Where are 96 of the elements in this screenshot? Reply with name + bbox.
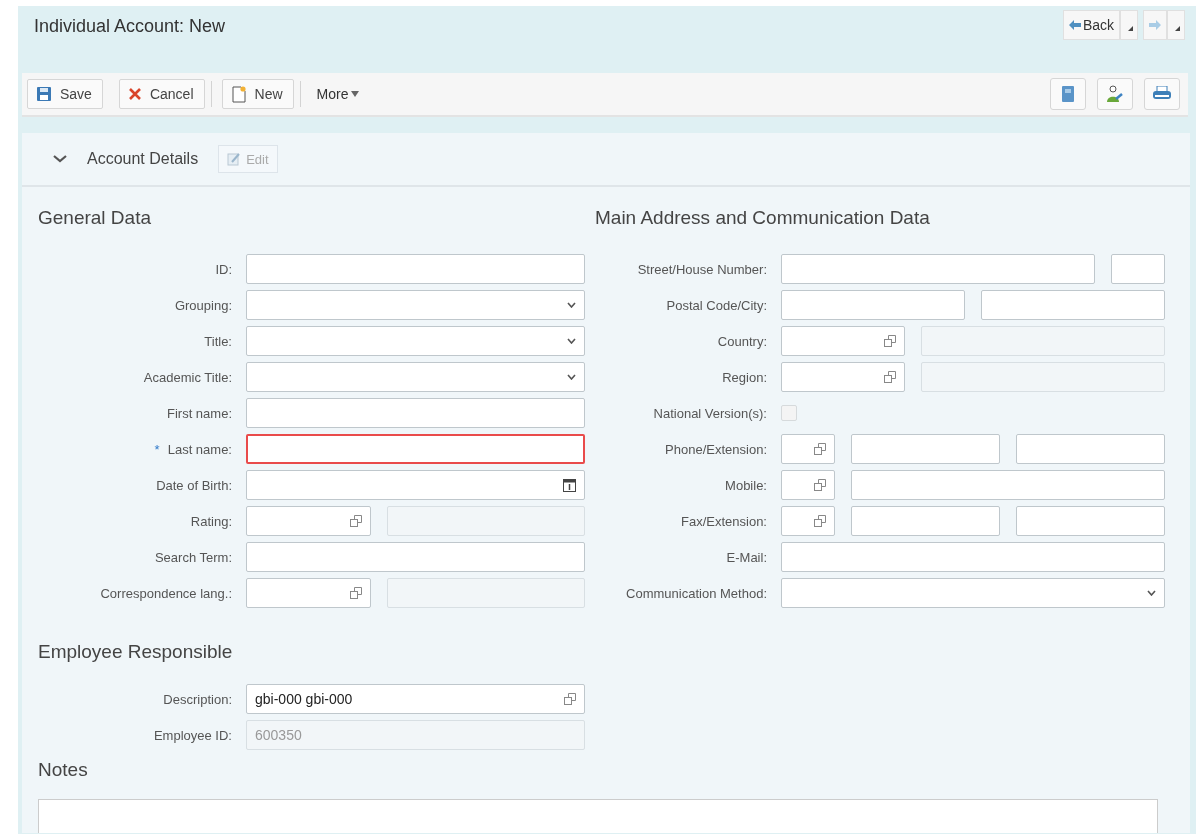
person-button[interactable] — [1097, 78, 1133, 110]
input-field[interactable] — [781, 434, 835, 464]
field-label: Last name: — [167, 441, 232, 457]
field-label: Correspondence lang.: — [100, 585, 232, 601]
dropdown-field[interactable] — [781, 578, 1165, 608]
document-icon — [1062, 86, 1074, 102]
group-heading: Employee Responsible — [37, 640, 234, 664]
cancel-button[interactable]: Cancel — [118, 79, 205, 109]
back-button[interactable]: Back — [1062, 10, 1120, 40]
date-field[interactable] — [246, 470, 585, 500]
dropdown-field[interactable] — [246, 326, 585, 356]
chevron-icon[interactable] — [53, 155, 67, 163]
close-icon — [127, 87, 142, 101]
person-icon — [1106, 85, 1124, 103]
field-label: Street/House Number: — [637, 261, 767, 277]
group-heading: General Data — [37, 206, 152, 230]
field-label: Search Term: — [154, 549, 232, 565]
value-help-icon[interactable] — [814, 443, 826, 455]
more-menu[interactable]: More — [310, 85, 366, 103]
arrow-icon — [1068, 20, 1081, 30]
caret-icon — [567, 302, 576, 308]
field-label: Grouping: — [174, 297, 232, 313]
forward-button[interactable] — [1143, 10, 1167, 40]
group-heading: Main Address and Communication Data — [594, 206, 931, 230]
field-label: Title: — [204, 333, 232, 349]
input-field[interactable] — [246, 542, 585, 572]
dropdown-field[interactable] — [246, 290, 585, 320]
input-field[interactable] — [1016, 506, 1165, 536]
input-field[interactable] — [851, 434, 1000, 464]
input-field[interactable] — [246, 578, 371, 608]
caret-icon — [1147, 590, 1156, 596]
value-help-icon[interactable] — [814, 515, 826, 527]
input-field[interactable] — [981, 290, 1165, 320]
caret-icon — [351, 91, 360, 97]
input-field[interactable] — [781, 362, 905, 392]
floppy-icon — [36, 86, 52, 102]
input-field[interactable] — [781, 290, 965, 320]
value-help-icon[interactable] — [564, 693, 576, 705]
field-label: Postal Code/City: — [666, 297, 767, 313]
input-field[interactable] — [1016, 434, 1165, 464]
field-label: Country: — [717, 333, 767, 349]
value-help-icon[interactable] — [350, 515, 362, 527]
field-label: Date of Birth: — [156, 477, 232, 493]
value-help-icon[interactable] — [814, 479, 826, 491]
value-help-icon[interactable] — [884, 335, 896, 347]
new-button[interactable]: New — [221, 79, 294, 109]
caret-icon — [567, 338, 576, 344]
value-help-icon[interactable] — [884, 371, 896, 383]
readonly-field: 600350 — [246, 720, 585, 750]
checkbox[interactable] — [781, 405, 797, 421]
notes-field[interactable] — [38, 799, 1158, 833]
field-label: First name: — [167, 405, 232, 421]
input-field[interactable] — [851, 470, 1165, 500]
window-title: Individual Account: New — [33, 15, 226, 37]
field-label: Mobile: — [725, 477, 767, 493]
history-dropdown[interactable] — [1167, 10, 1185, 40]
save-button[interactable]: Save — [27, 79, 103, 109]
field-label: Academic Title: — [143, 369, 232, 385]
input-field[interactable] — [781, 542, 1165, 572]
field-label: E-Mail: — [726, 549, 767, 565]
group-heading: Notes — [37, 758, 89, 782]
input-field[interactable] — [246, 434, 585, 464]
field-label: Employee ID: — [153, 727, 232, 743]
calendar-icon — [563, 478, 576, 492]
section-title: Account Details — [87, 150, 199, 168]
field-label: Region: — [722, 369, 767, 385]
caret-icon — [1175, 26, 1180, 31]
input-field[interactable] — [781, 506, 835, 536]
document-button[interactable] — [1050, 78, 1086, 110]
value-help-icon[interactable] — [350, 587, 362, 599]
field-label: Rating: — [190, 513, 232, 529]
field-label: Fax/Extension: — [681, 513, 767, 529]
field-label: Phone/Extension: — [665, 441, 767, 457]
input-field[interactable]: gbi-000 gbi-000 — [246, 684, 585, 714]
pencil-icon — [227, 152, 242, 166]
new-document-icon — [230, 85, 247, 103]
dropdown-field[interactable] — [246, 362, 585, 392]
input-field[interactable] — [1111, 254, 1165, 284]
input-field[interactable] — [851, 506, 1000, 536]
required-marker: * — [154, 441, 160, 457]
field-label: Communication Method: — [626, 585, 767, 601]
history-dropdown[interactable] — [1120, 10, 1138, 40]
field-label: Description: — [163, 691, 232, 707]
caret-icon — [1128, 26, 1133, 31]
input-field[interactable] — [246, 398, 585, 428]
input-field[interactable] — [781, 254, 1095, 284]
input-field[interactable] — [781, 470, 835, 500]
printer-icon — [1152, 86, 1172, 102]
arrow-icon — [1149, 20, 1161, 30]
input-field[interactable] — [246, 506, 371, 536]
input-field[interactable] — [246, 254, 585, 284]
input-field[interactable] — [781, 326, 905, 356]
field-label: National Version(s): — [653, 405, 767, 421]
print-button[interactable] — [1144, 78, 1180, 110]
caret-icon — [567, 374, 576, 380]
field-label: ID: — [215, 261, 232, 277]
